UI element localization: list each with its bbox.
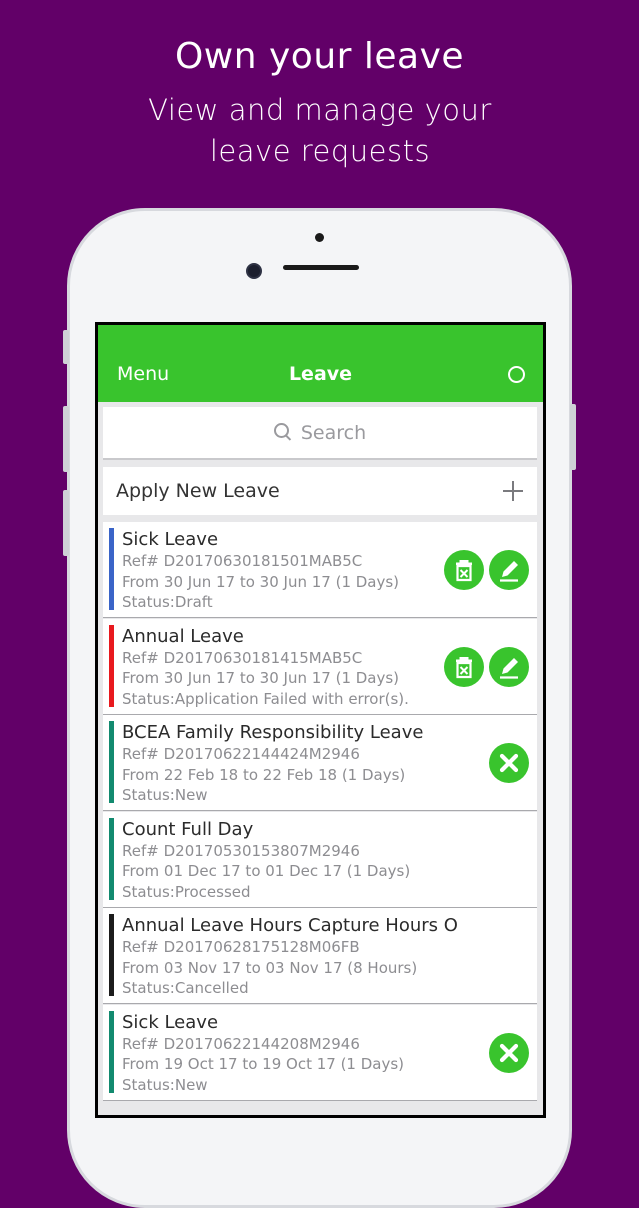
search-placeholder: Search <box>300 421 367 444</box>
hero-title: Own your leave <box>174 36 465 77</box>
leave-title: Annual Leave Hours Capture Hours O <box>122 915 458 936</box>
leave-item-details: Annual Leave Hours Capture Hours O Ref# D… <box>122 915 458 999</box>
delete-button[interactable] <box>444 646 484 687</box>
power-button <box>570 404 576 470</box>
leave-item[interactable]: Count Full Day Ref# D20170530153807M2946 F… <box>103 811 537 908</box>
phone-screen: Menu Leave Search Apply New Leave Sick L… <box>95 322 546 1118</box>
leave-period: From 01 Dec 17 to 01 Dec 17 (1 Days) <box>122 862 411 880</box>
front-camera <box>246 263 262 279</box>
leave-item-details: Sick Leave Ref# D20170630181501MAB5C From … <box>122 529 399 613</box>
volume-up-button <box>63 406 69 472</box>
leave-item[interactable]: Sick Leave Ref# D20170630181501MAB5C From … <box>103 522 537 618</box>
close-icon <box>499 1043 519 1062</box>
leave-reference: Ref# D20170622144208M2946 <box>122 1034 360 1053</box>
leave-title: BCEA Family Responsibility Leave <box>122 722 424 743</box>
status-color-bar <box>109 528 114 610</box>
leave-title: Sick Leave <box>122 529 219 550</box>
leave-status: Status:Draft <box>122 593 213 611</box>
status-circle-icon[interactable] <box>508 366 525 383</box>
leave-reference: Ref# D20170630181501MAB5C <box>122 552 363 570</box>
leave-item[interactable]: Sick Leave Ref# D20170622144208M2946 From … <box>103 1004 537 1101</box>
leave-item[interactable]: Annual Leave Hours Capture Hours O Ref# D… <box>103 908 537 1004</box>
leave-reference: Ref# D20170530153807M2946 <box>122 841 360 860</box>
edit-button[interactable] <box>489 646 529 687</box>
cancel-request-button[interactable] <box>489 1032 529 1073</box>
cancel-request-button[interactable] <box>489 743 529 783</box>
status-color-bar <box>109 817 114 900</box>
trash-icon <box>456 560 472 582</box>
status-color-bar <box>109 1010 114 1093</box>
edit-icon <box>500 657 518 679</box>
proximity-sensor <box>315 233 324 242</box>
status-color-bar <box>109 914 114 996</box>
app-screen: Menu Leave Search Apply New Leave Sick L… <box>98 325 543 1115</box>
leave-item[interactable]: Annual Leave Ref# D20170630181415MAB5C Fro… <box>103 618 537 715</box>
leave-period: From 30 Jun 17 to 30 Jun 17 (1 Days) <box>122 669 400 687</box>
status-color-bar <box>109 624 114 707</box>
trash-icon <box>456 656 472 678</box>
leave-period: From 22 Feb 18 to 22 Feb 18 (1 Days) <box>122 765 406 784</box>
leave-period: From 19 Oct 17 to 19 Oct 17 (1 Days) <box>122 1055 405 1073</box>
hero-subtitle-line-2: leave requests <box>209 134 431 168</box>
edit-icon <box>500 561 518 582</box>
leave-item[interactable]: BCEA Family Responsibility Leave Ref# D20… <box>103 715 537 811</box>
leave-period: From 30 Jun 17 to 30 Jun 17 (1 Days) <box>122 572 400 591</box>
mute-switch <box>63 330 69 364</box>
leave-item-details: Count Full Day Ref# D20170530153807M2946 F… <box>122 819 410 903</box>
leave-status: Status:New <box>122 786 208 804</box>
edit-button[interactable] <box>489 550 529 590</box>
page-title: Leave <box>288 363 353 385</box>
leave-title: Count Full Day <box>122 818 254 840</box>
leave-status: Status:Cancelled <box>122 979 249 997</box>
leave-item-details: Sick Leave Ref# D20170622144208M2946 From … <box>122 1012 404 1096</box>
apply-new-leave-label: Apply New Leave <box>116 480 280 502</box>
leave-reference: Ref# D20170622144424M2946 <box>122 745 360 763</box>
leave-status: Status:Processed <box>122 882 251 901</box>
hero-subtitle: View and manage your leave requests <box>120 90 520 172</box>
search-bar[interactable]: Search <box>103 407 537 460</box>
hero-subtitle-line-1: View and manage your <box>148 93 492 127</box>
volume-down-button <box>63 490 69 556</box>
leave-title: Sick Leave <box>122 1011 219 1033</box>
leave-status: Status:Application Failed with error(s). <box>122 689 409 708</box>
delete-button[interactable] <box>444 550 484 590</box>
status-color-bar <box>109 721 114 803</box>
leave-item-details: BCEA Family Responsibility Leave Ref# D20… <box>122 722 423 806</box>
close-icon <box>499 753 519 773</box>
search-icon <box>273 423 289 438</box>
navigation-bar: Menu Leave <box>98 325 543 402</box>
leave-period: From 03 Nov 17 to 03 Nov 17 (8 Hours) <box>122 958 418 977</box>
leave-status: Status:New <box>122 1075 208 1094</box>
leave-reference: Ref# D20170630181415MAB5C <box>122 648 363 667</box>
apply-new-leave-row[interactable]: Apply New Leave <box>103 467 537 515</box>
leave-reference: Ref# D20170628175128M06FB <box>122 938 360 956</box>
leave-title: Annual Leave <box>122 625 244 647</box>
leave-list: Sick Leave Ref# D20170630181501MAB5C From … <box>103 522 537 1101</box>
plus-icon[interactable] <box>503 481 523 501</box>
earpiece-speaker <box>283 265 359 270</box>
leave-item-details: Annual Leave Ref# D20170630181415MAB5C Fro… <box>122 626 409 710</box>
